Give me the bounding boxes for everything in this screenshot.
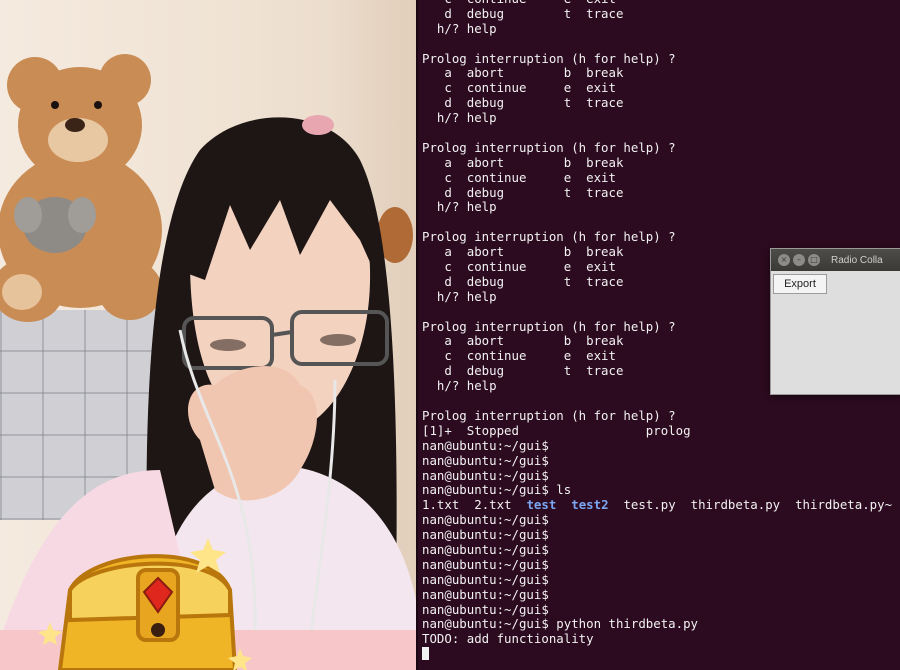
terminal-line: d debug t trace (422, 184, 624, 200)
terminal-line: nan@ubuntu:~/gui$ (422, 512, 549, 528)
terminal-line: nan@ubuntu:~/gui$ (422, 586, 549, 602)
terminal-line: a abort b break (422, 154, 624, 170)
terminal-line: Prolog interruption (h for help) ? (422, 139, 676, 155)
terminal-line: nan@ubuntu:~/gui$ (422, 437, 549, 453)
directory-entry: test2 (571, 497, 609, 513)
close-icon[interactable]: × (778, 254, 790, 266)
file-entry: 2.txt (474, 497, 512, 513)
terminal-line: nan@ubuntu:~/gui$ (422, 467, 549, 483)
minimize-icon[interactable]: – (793, 254, 805, 266)
terminal-line: nan@ubuntu:~/gui$ ls (422, 482, 572, 498)
terminal-line: d debug t trace (422, 95, 624, 111)
terminal-line: nan@ubuntu:~/gui$ (422, 556, 549, 572)
file-entry: test.py (623, 497, 676, 513)
terminal-line: h/? help (422, 20, 497, 36)
terminal-line: nan@ubuntu:~/gui$ python thirdbeta.py (422, 616, 699, 632)
terminal-line: Prolog interruption (h for help) ? (422, 50, 676, 66)
maximize-icon[interactable]: □ (808, 254, 820, 266)
terminal-line: TODO: add functionality (422, 631, 594, 647)
terminal-line: nan@ubuntu:~/gui$ (422, 541, 549, 557)
window-titlebar[interactable]: × – □ Radio Colla (771, 249, 900, 271)
file-entry: thirdbeta.py~ (795, 497, 893, 513)
window-title: Radio Colla (831, 254, 883, 266)
terminal-line: Prolog interruption (h for help) ? (422, 229, 676, 245)
terminal-line: c continue e exit (422, 80, 616, 96)
terminal-line: nan@ubuntu:~/gui$ (422, 527, 549, 543)
terminal-line: 1.txt 2.txt test test2 test.py thirdbeta… (422, 497, 893, 513)
terminal-line: c continue e exit (422, 169, 616, 185)
terminal-line: nan@ubuntu:~/gui$ (422, 571, 549, 587)
terminal-line: a abort b break (422, 65, 624, 81)
terminal-line: [1]+ Stopped prolog (422, 422, 691, 438)
webcam-overlay (0, 0, 416, 670)
file-entry: 1.txt (422, 497, 460, 513)
terminal-line: d debug t trace (422, 5, 624, 21)
terminal-line: nan@ubuntu:~/gui$ (422, 452, 549, 468)
terminal-line: Prolog interruption (h for help) ? (422, 407, 676, 423)
directory-entry: test (526, 497, 557, 513)
terminal-line: h/? help (422, 199, 497, 215)
terminal-cursor (422, 647, 429, 661)
terminal-line (422, 647, 892, 662)
terminal-line: nan@ubuntu:~/gui$ (422, 601, 549, 617)
teddy-bear (0, 54, 162, 322)
treasure-chest-sticker (38, 538, 252, 670)
file-entry: thirdbeta.py (690, 497, 781, 513)
terminal-line: h/? help (422, 110, 497, 126)
export-button[interactable]: Export (773, 274, 827, 294)
radio-collab-window[interactable]: × – □ Radio Colla Export (770, 248, 900, 395)
